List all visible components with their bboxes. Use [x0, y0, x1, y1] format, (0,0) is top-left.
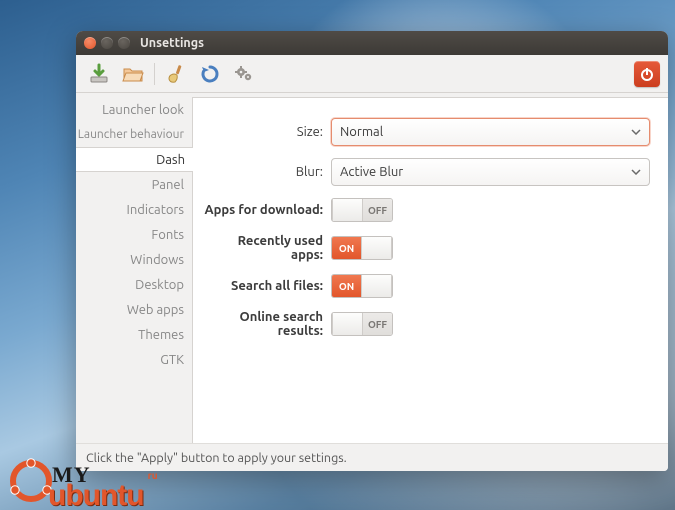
content-pane: Size: Normal Blur: Active Blur Apps for …: [192, 97, 668, 443]
row-search-files: Search all files: ON: [203, 274, 650, 298]
sidebar-item-label: Windows: [130, 253, 184, 267]
sidebar-item-windows[interactable]: Windows: [76, 247, 192, 272]
row-recently-used: Recently used apps: ON: [203, 234, 650, 262]
sidebar-item-desktop[interactable]: Desktop: [76, 272, 192, 297]
sidebar-item-label: Dash: [156, 153, 185, 167]
window-body: Launcher look Launcher behaviour Dash Pa…: [76, 93, 668, 443]
combo-blur[interactable]: Active Blur: [331, 158, 650, 186]
refresh-icon: [200, 64, 220, 84]
desktop-background: Unsettings: [0, 0, 675, 510]
sidebar-item-panel[interactable]: Panel: [76, 172, 192, 197]
sidebar-item-label: Indicators: [127, 203, 184, 217]
toggle-online-search[interactable]: OFF: [331, 312, 393, 336]
label-recently-used: Recently used apps:: [203, 234, 331, 262]
toggle-knob: [332, 199, 363, 221]
watermark-ru: ru: [148, 472, 158, 481]
toggle-apps-download[interactable]: OFF: [331, 198, 393, 222]
folder-icon: [122, 63, 144, 85]
chevron-down-icon: [631, 129, 641, 135]
sidebar-item-label: Launcher look: [102, 103, 184, 117]
sidebar-item-label: Themes: [138, 328, 184, 342]
sidebar-item-indicators[interactable]: Indicators: [76, 197, 192, 222]
open-button[interactable]: [118, 59, 148, 89]
toggle-off-label: OFF: [363, 313, 392, 335]
sidebar: Launcher look Launcher behaviour Dash Pa…: [76, 93, 192, 443]
sidebar-item-label: GTK: [160, 353, 184, 367]
sidebar-item-gtk[interactable]: GTK: [76, 347, 192, 372]
window-minimize-button[interactable]: [101, 37, 113, 49]
combo-value: Normal: [340, 125, 383, 139]
toggle-off-label: OFF: [363, 199, 392, 221]
sidebar-item-dash[interactable]: Dash: [76, 147, 193, 172]
sidebar-item-themes[interactable]: Themes: [76, 322, 192, 347]
sidebar-item-launcher-look[interactable]: Launcher look: [76, 97, 192, 122]
status-hint: Click the "Apply" button to apply your s…: [86, 451, 347, 465]
download-icon: [88, 63, 110, 85]
toggle-search-files[interactable]: ON: [331, 274, 393, 298]
combo-value: Active Blur: [340, 165, 403, 179]
quit-button[interactable]: [634, 61, 660, 87]
sidebar-item-label: Panel: [152, 178, 184, 192]
combo-size[interactable]: Normal: [331, 118, 650, 146]
titlebar[interactable]: Unsettings: [76, 31, 668, 55]
brush-icon: [165, 63, 187, 85]
toolbar: [76, 55, 668, 93]
row-online-search: Online search results: OFF: [203, 310, 650, 338]
reload-button[interactable]: [195, 59, 225, 89]
toggle-on-label: ON: [332, 275, 361, 297]
toggle-on-label: ON: [332, 237, 361, 259]
sidebar-item-label: Launcher behaviour: [78, 128, 184, 141]
sidebar-item-label: Desktop: [135, 278, 184, 292]
toggle-knob: [361, 275, 392, 297]
toggle-recently-used[interactable]: ON: [331, 236, 393, 260]
window-title: Unsettings: [140, 36, 204, 50]
toggle-knob: [332, 313, 363, 335]
label-apps-download: Apps for download:: [203, 203, 331, 217]
window-buttons: [84, 37, 130, 49]
reset-button[interactable]: [161, 59, 191, 89]
status-bar: Click the "Apply" button to apply your s…: [76, 443, 668, 471]
power-icon: [639, 66, 655, 82]
label-search-files: Search all files:: [203, 279, 331, 293]
sidebar-item-fonts[interactable]: Fonts: [76, 222, 192, 247]
window-maximize-button[interactable]: [118, 37, 130, 49]
label-size: Size:: [203, 125, 331, 139]
sidebar-item-web-apps[interactable]: Web apps: [76, 297, 192, 322]
gears-icon: [233, 63, 255, 85]
toolbar-separator: [154, 63, 155, 85]
apply-button[interactable]: [84, 59, 114, 89]
settings-button[interactable]: [229, 59, 259, 89]
row-apps-download: Apps for download: OFF: [203, 198, 650, 222]
sidebar-item-label: Fonts: [151, 228, 184, 242]
sidebar-item-launcher-behaviour[interactable]: Launcher behaviour: [76, 122, 192, 147]
unsettings-window: Unsettings: [76, 31, 668, 471]
label-online-search: Online search results:: [203, 310, 331, 338]
chevron-down-icon: [631, 169, 641, 175]
row-size: Size: Normal: [203, 118, 650, 146]
label-blur: Blur:: [203, 165, 331, 179]
sidebar-item-label: Web apps: [127, 303, 184, 317]
row-blur: Blur: Active Blur: [203, 158, 650, 186]
window-close-button[interactable]: [84, 37, 96, 49]
ubuntu-logo-icon: [8, 458, 54, 504]
toggle-knob: [361, 237, 392, 259]
watermark-ubuntu: ubuntu: [48, 483, 144, 509]
